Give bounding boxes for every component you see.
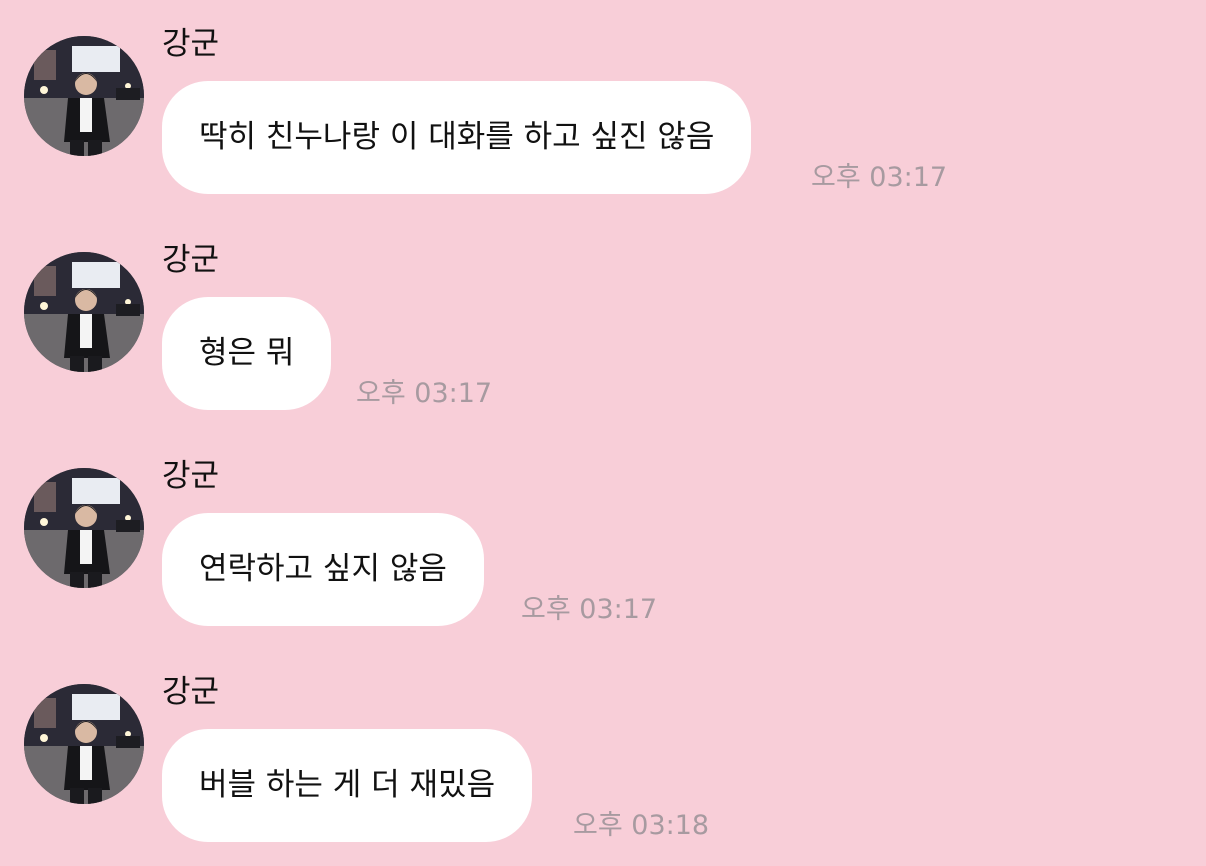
sender-name: 강군: [162, 458, 220, 494]
message-timestamp: 오후 03:17: [521, 594, 658, 625]
avatar[interactable]: [24, 684, 144, 804]
sender-name: 강군: [162, 242, 220, 278]
message-bubble[interactable]: 딱히 친누나랑 이 대화를 하고 싶진 않음: [162, 81, 752, 194]
message-bubble[interactable]: 버블 하는 게 더 재밌음: [162, 729, 533, 842]
sender-name: 강군: [162, 26, 220, 62]
message-bubble[interactable]: 형은 뭐: [162, 297, 332, 410]
chat-thread: 강군 딱히 친누나랑 이 대화를 하고 싶진 않음 오후 03:17 강군 형은…: [0, 0, 1206, 866]
message-row: 강군 형은 뭐 오후 03:17: [0, 216, 1206, 416]
avatar[interactable]: [24, 36, 144, 156]
profile-photo-avatar-icon: [24, 36, 144, 156]
message-row: 강군 연락하고 싶지 않음 오후 03:17: [0, 432, 1206, 632]
avatar[interactable]: [24, 252, 144, 372]
message-timestamp: 오후 03:17: [811, 162, 948, 193]
message-timestamp: 오후 03:17: [356, 378, 493, 409]
message-row: 강군 딱히 친누나랑 이 대화를 하고 싶진 않음 오후 03:17: [0, 0, 1206, 200]
profile-photo-avatar-icon: [24, 468, 144, 588]
profile-photo-avatar-icon: [24, 684, 144, 804]
message-row: 강군 버블 하는 게 더 재밌음 오후 03:18: [0, 648, 1206, 848]
message-timestamp: 오후 03:18: [573, 810, 710, 841]
profile-photo-avatar-icon: [24, 252, 144, 372]
sender-name: 강군: [162, 674, 220, 710]
avatar[interactable]: [24, 468, 144, 588]
message-bubble[interactable]: 연락하고 싶지 않음: [162, 513, 484, 626]
